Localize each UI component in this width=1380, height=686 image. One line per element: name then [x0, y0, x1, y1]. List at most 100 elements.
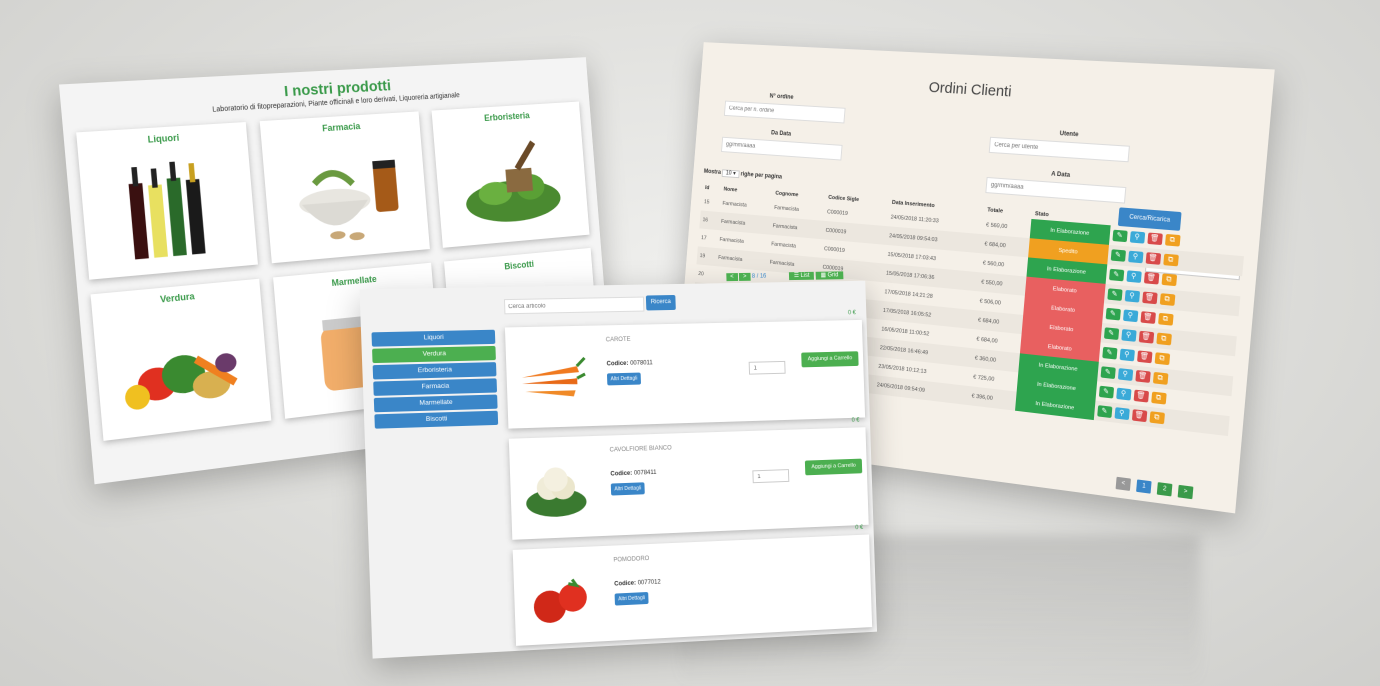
details-button[interactable]: Altri Dettagli — [614, 591, 649, 606]
view-icon[interactable]: ⚲ — [1127, 250, 1144, 264]
product-price: 0 € — [847, 310, 857, 317]
delete-icon[interactable]: 🗑 — [1131, 409, 1147, 423]
add-to-cart-button[interactable]: Aggiungi a Carrello — [801, 351, 859, 368]
edit-icon[interactable]: ✎ — [1103, 327, 1119, 340]
product-name: POMODORO — [613, 555, 650, 564]
catalog-search-input[interactable] — [503, 296, 645, 315]
copy-icon[interactable]: ⧉ — [1155, 332, 1172, 346]
copy-icon[interactable]: ⧉ — [1162, 253, 1179, 267]
pagination-prev[interactable]: < — [1115, 476, 1131, 491]
pagination-page-1[interactable]: 1 — [1136, 479, 1152, 494]
pager-text: 8 / 16 — [751, 273, 767, 280]
edit-icon[interactable]: ✎ — [1096, 405, 1112, 419]
pager-prev[interactable]: < — [726, 273, 738, 282]
edit-icon[interactable]: ✎ — [1110, 249, 1126, 262]
catalog-sidebar: Liquori Verdura Erboristeria Farmacia Ma… — [371, 329, 499, 431]
copy-icon[interactable]: ⧉ — [1159, 293, 1175, 306]
delete-icon[interactable]: 🗑 — [1134, 369, 1151, 383]
sidebar-item-farmacia[interactable]: Farmacia — [373, 378, 498, 396]
category-label: Farmacia — [321, 121, 361, 134]
view-icon[interactable]: ⚲ — [1114, 407, 1130, 421]
product-item: 0 € CAVOLFIORE BIANCO Codice: 0078411 Al… — [508, 418, 869, 540]
view-icon[interactable]: ⚲ — [1124, 289, 1140, 303]
page-size-select[interactable]: 10 ▾ — [721, 169, 740, 179]
quantity-input[interactable] — [752, 469, 790, 484]
list-view-button[interactable]: ☰ List — [788, 271, 815, 281]
sidebar-item-erboristeria[interactable]: Erboristeria — [372, 362, 497, 380]
copy-icon[interactable]: ⧉ — [1152, 371, 1168, 385]
from-date-input[interactable] — [721, 136, 843, 161]
show-suffix: righe per pagina — [740, 171, 783, 181]
order-number-input[interactable] — [723, 100, 846, 124]
sidebar-item-verdura[interactable]: Verdura — [372, 345, 496, 364]
vegetables-image — [124, 307, 254, 411]
view-icon[interactable]: ⚲ — [1115, 387, 1132, 401]
cell-id: 20 — [698, 270, 704, 277]
cell-id: 16 — [699, 210, 720, 231]
delete-icon[interactable]: 🗑 — [1139, 311, 1156, 324]
delete-icon[interactable]: 🗑 — [1136, 350, 1153, 364]
herbs-image — [464, 127, 563, 226]
catalog-page: < > 8 / 16 ☰ List ▦ Grid Ricerca Liquori… — [359, 271, 878, 659]
user-label: Utente — [1059, 130, 1079, 139]
delete-icon[interactable]: 🗑 — [1143, 271, 1159, 285]
category-card-farmacia[interactable]: Farmacia — [260, 111, 430, 264]
product-item: 0 € CAROTE Codice: 0078011 Altri Dettagl… — [504, 310, 866, 429]
category-card-erboristeria[interactable]: Erboristeria — [431, 101, 590, 248]
pager-next[interactable]: > — [739, 272, 751, 281]
edit-icon[interactable]: ✎ — [1111, 229, 1128, 243]
order-number-label: N° ordine — [769, 93, 794, 101]
category-label: Biscotti — [503, 258, 535, 272]
copy-icon[interactable]: ⧉ — [1164, 233, 1181, 247]
sidebar-item-biscotti[interactable]: Biscotti — [374, 410, 499, 429]
pagination-page-2[interactable]: 2 — [1156, 482, 1173, 497]
copy-icon[interactable]: ⧉ — [1148, 411, 1165, 425]
from-date-label: Da Data — [770, 130, 792, 138]
edit-icon[interactable]: ✎ — [1098, 385, 1114, 399]
to-date-input[interactable] — [985, 176, 1127, 204]
quantity-input[interactable] — [748, 360, 786, 375]
grid-view-button[interactable]: ▦ Grid — [815, 271, 844, 280]
page-size-control: Mostra 10 ▾ righe per pagina — [704, 168, 783, 181]
delete-icon[interactable]: 🗑 — [1145, 252, 1161, 265]
view-icon[interactable]: ⚲ — [1117, 368, 1133, 381]
pagination-next[interactable]: > — [1177, 484, 1194, 500]
delete-icon[interactable]: 🗑 — [1146, 232, 1163, 246]
cell-id: 19 — [696, 246, 717, 267]
details-button[interactable]: Altri Dettagli — [610, 482, 645, 496]
edit-icon[interactable]: ✎ — [1100, 366, 1116, 380]
category-card-liquori[interactable]: Liquori — [76, 121, 259, 280]
edit-icon[interactable]: ✎ — [1105, 307, 1121, 321]
product-item: 0 € POMODORO Codice: 0077012 Altri Detta… — [512, 525, 873, 646]
sidebar-item-marmellate[interactable]: Marmellate — [373, 394, 498, 413]
cell-id: 15 — [703, 198, 710, 205]
category-label: Erboristeria — [483, 110, 531, 123]
delete-icon[interactable]: 🗑 — [1141, 291, 1158, 305]
user-input[interactable] — [988, 136, 1130, 163]
view-icon[interactable]: ⚲ — [1122, 309, 1138, 323]
details-button[interactable]: Altri Dettagli — [606, 372, 642, 386]
category-card-verdura[interactable]: Verdura — [90, 278, 272, 441]
product-price: 0 € — [851, 417, 860, 424]
view-icon[interactable]: ⚲ — [1120, 328, 1137, 342]
carrots-image — [521, 346, 589, 398]
mortar-pills-image — [298, 138, 399, 241]
catalog-search-button[interactable]: Ricerca — [645, 294, 676, 311]
view-icon[interactable]: ⚲ — [1129, 231, 1145, 244]
sidebar-item-liquori[interactable]: Liquori — [371, 329, 496, 347]
edit-icon[interactable]: ✎ — [1106, 288, 1123, 301]
add-to-cart-button[interactable]: Aggiungi a Carrello — [804, 458, 863, 476]
copy-icon[interactable]: ⧉ — [1161, 273, 1177, 287]
edit-icon[interactable]: ✎ — [1108, 268, 1124, 282]
copy-icon[interactable]: ⧉ — [1150, 391, 1167, 405]
view-icon[interactable]: ⚲ — [1119, 348, 1135, 362]
copy-icon[interactable]: ⧉ — [1157, 312, 1174, 326]
cell-id: 17 — [700, 234, 707, 241]
view-icon[interactable]: ⚲ — [1125, 270, 1142, 283]
delete-icon[interactable]: 🗑 — [1138, 330, 1154, 344]
to-date-label: A Data — [1050, 171, 1071, 179]
delete-icon[interactable]: 🗑 — [1133, 389, 1149, 403]
edit-icon[interactable]: ✎ — [1101, 346, 1118, 360]
liquor-bottles-image — [129, 161, 207, 260]
copy-icon[interactable]: ⧉ — [1154, 352, 1170, 366]
